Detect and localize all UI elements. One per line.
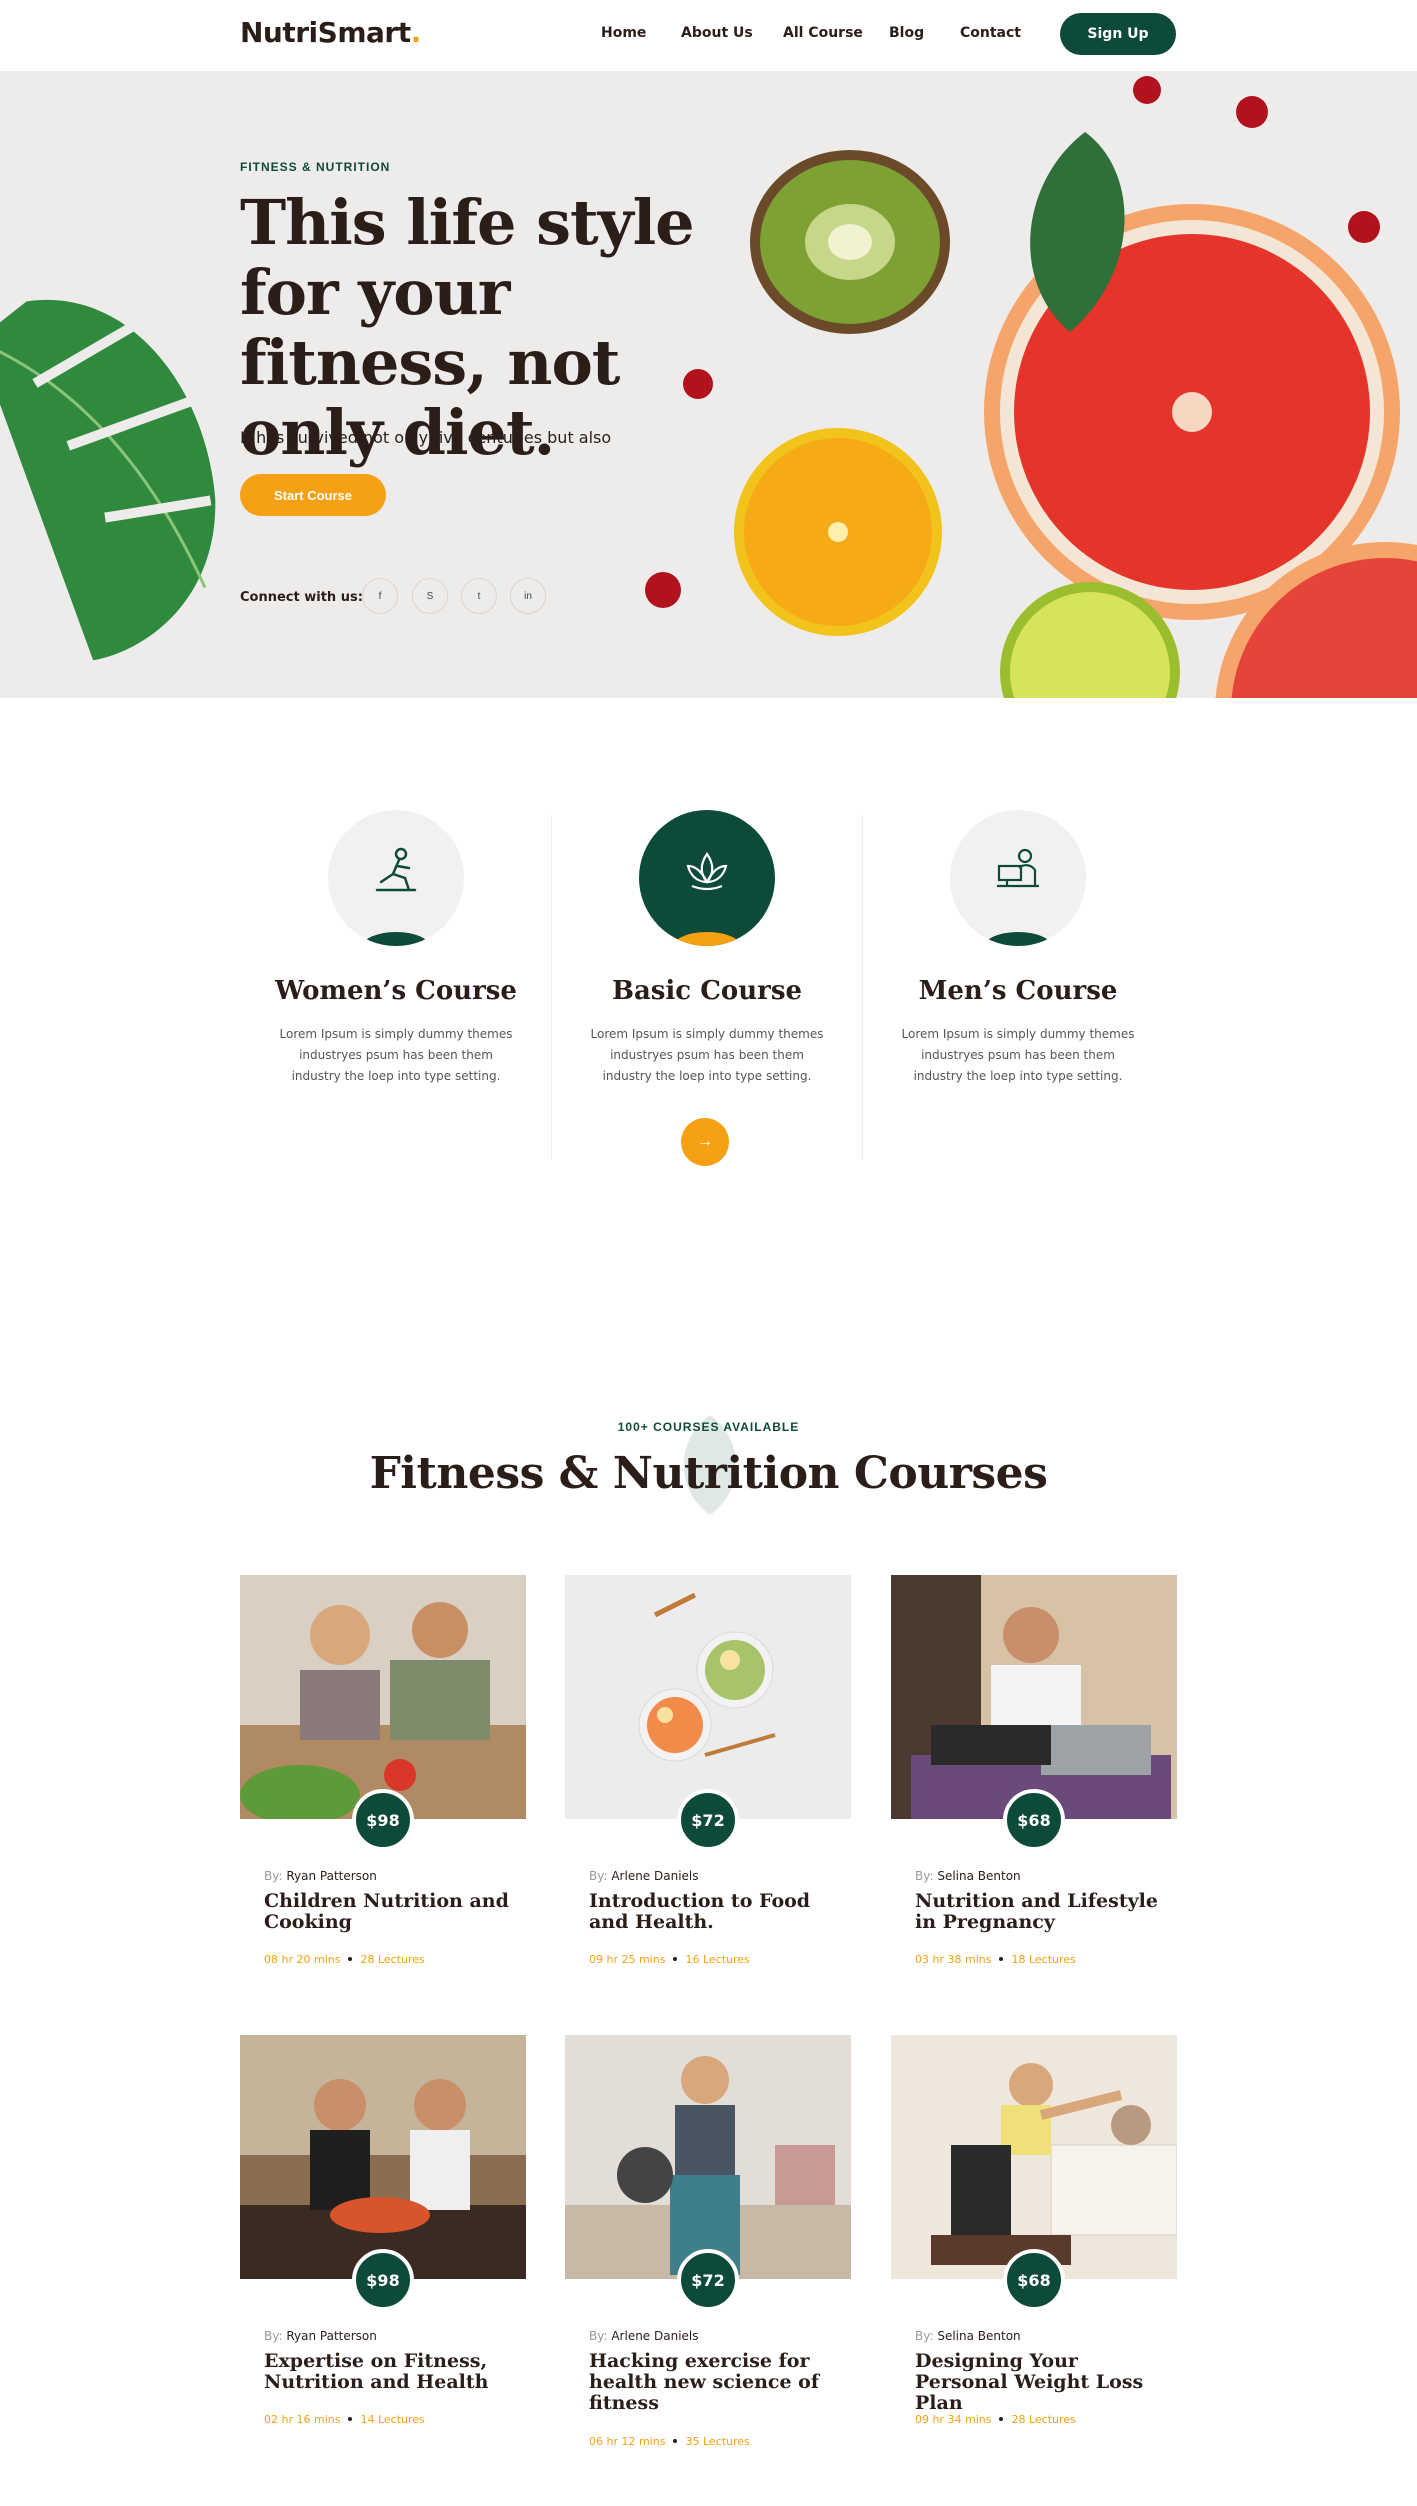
yoga-woman-icon <box>375 847 417 892</box>
category-text: Lorem Ipsum is simply dummy themes indus… <box>279 1027 513 1083</box>
price-badge: $72 <box>677 1789 739 1851</box>
course-image[interactable] <box>891 1575 1177 1819</box>
icon-cap <box>362 932 430 946</box>
course-image[interactable] <box>240 2035 526 2279</box>
category-icon-circle <box>639 810 775 946</box>
connect-label: Connect with us: <box>240 590 363 605</box>
facebook-icon[interactable]: f <box>362 578 398 614</box>
hero-section: FITNESS & NUTRITION This life style for … <box>0 72 1417 698</box>
course-meta: 06 hr 12 mins 35 Lectures <box>589 2435 750 2448</box>
price-badge: $98 <box>352 2249 414 2311</box>
course-title[interactable]: Designing Your Personal Weight Loss Plan <box>915 2351 1165 2414</box>
arrow-right-button[interactable]: → <box>681 1118 729 1166</box>
course-photo <box>240 2035 526 2279</box>
course-image[interactable] <box>565 2035 851 2279</box>
course-title[interactable]: Hacking exercise for health new science … <box>589 2351 839 2414</box>
hero-eyebrow: FITNESS & NUTRITION <box>240 160 391 174</box>
course-photo <box>565 1575 851 1819</box>
icon-cap <box>984 932 1052 946</box>
site-header: NutriSmart. Home About Us All Course Blo… <box>0 0 1417 72</box>
courses-eyebrow: 100+ COURSES AVAILABLE <box>617 1420 800 1434</box>
lotus-icon <box>686 852 728 891</box>
course-title[interactable]: Introduction to Food and Health. <box>589 1891 839 1933</box>
category-text: Lorem Ipsum is simply dummy themes indus… <box>901 1027 1135 1083</box>
course-image[interactable] <box>240 1575 526 1819</box>
course-author: By: Arlene Daniels <box>589 2329 699 2343</box>
icon-cap <box>673 932 741 946</box>
price-badge: $68 <box>1003 2249 1065 2311</box>
linkedin-icon[interactable]: in <box>510 578 546 614</box>
skype-icon[interactable]: S <box>412 578 448 614</box>
course-image[interactable] <box>565 1575 851 1819</box>
start-course-button[interactable]: Start Course <box>240 474 386 516</box>
man-laptop-icon <box>997 848 1039 888</box>
course-meta: 02 hr 16 mins 14 Lectures <box>264 2413 425 2426</box>
category-title: Men’s Course <box>918 976 1118 1006</box>
price-badge: $72 <box>677 2249 739 2311</box>
hero-title: This life style for your fitness, not on… <box>240 186 695 469</box>
course-meta: 09 hr 34 mins 28 Lectures <box>915 2413 1076 2426</box>
course-meta: 09 hr 25 mins 16 Lectures <box>589 1953 750 1966</box>
course-image[interactable] <box>891 2035 1177 2279</box>
nav-contact[interactable]: Contact <box>960 25 1021 41</box>
twitter-icon[interactable]: t <box>461 578 497 614</box>
course-meta: 03 hr 38 mins 18 Lectures <box>915 1953 1076 1966</box>
course-author: By: Selina Benton <box>915 2329 1021 2343</box>
category-title: Basic Course <box>611 976 803 1006</box>
category-basic-course[interactable]: Basic Course Lorem Ipsum is simply dummy… <box>557 800 857 1166</box>
logo[interactable]: NutriSmart. <box>240 16 421 49</box>
nav-about-us[interactable]: About Us <box>681 25 753 41</box>
course-author: By: Ryan Patterson <box>264 1869 377 1883</box>
price-badge: $98 <box>352 1789 414 1851</box>
course-author: By: Arlene Daniels <box>589 1869 699 1883</box>
category-icon-circle <box>328 810 464 946</box>
category-womens-course[interactable]: Women’s Course Lorem Ipsum is simply dum… <box>246 800 546 1140</box>
category-title: Women’s Course <box>275 976 517 1006</box>
course-author: By: Selina Benton <box>915 1869 1021 1883</box>
hero-subtitle: It has survived not only five centuries … <box>240 428 612 447</box>
divider <box>862 815 863 1160</box>
courses-title: Fitness & Nutrition Courses <box>369 1448 1048 1499</box>
course-photo <box>565 2035 851 2279</box>
nav-home[interactable]: Home <box>601 25 646 41</box>
course-photo <box>240 1575 526 1819</box>
course-title[interactable]: Nutrition and Lifestyle in Pregnancy <box>915 1891 1165 1933</box>
nav-all-course[interactable]: All Course <box>783 25 863 41</box>
category-icon-circle <box>950 810 1086 946</box>
category-mens-course[interactable]: Men’s Course Lorem Ipsum is simply dummy… <box>868 800 1168 1140</box>
course-author: By: Ryan Patterson <box>264 2329 377 2343</box>
category-text: Lorem Ipsum is simply dummy themes indus… <box>590 1027 824 1083</box>
course-title[interactable]: Children Nutrition and Cooking <box>264 1891 514 1933</box>
course-photo <box>891 2035 1177 2279</box>
course-title[interactable]: Expertise on Fitness, Nutrition and Heal… <box>264 2351 514 2393</box>
divider <box>551 815 552 1160</box>
price-badge: $68 <box>1003 1789 1065 1851</box>
course-meta: 08 hr 20 mins 28 Lectures <box>264 1953 425 1966</box>
course-photo <box>891 1575 1177 1819</box>
sign-up-button[interactable]: Sign Up <box>1060 13 1176 55</box>
nav-blog[interactable]: Blog <box>889 25 924 41</box>
